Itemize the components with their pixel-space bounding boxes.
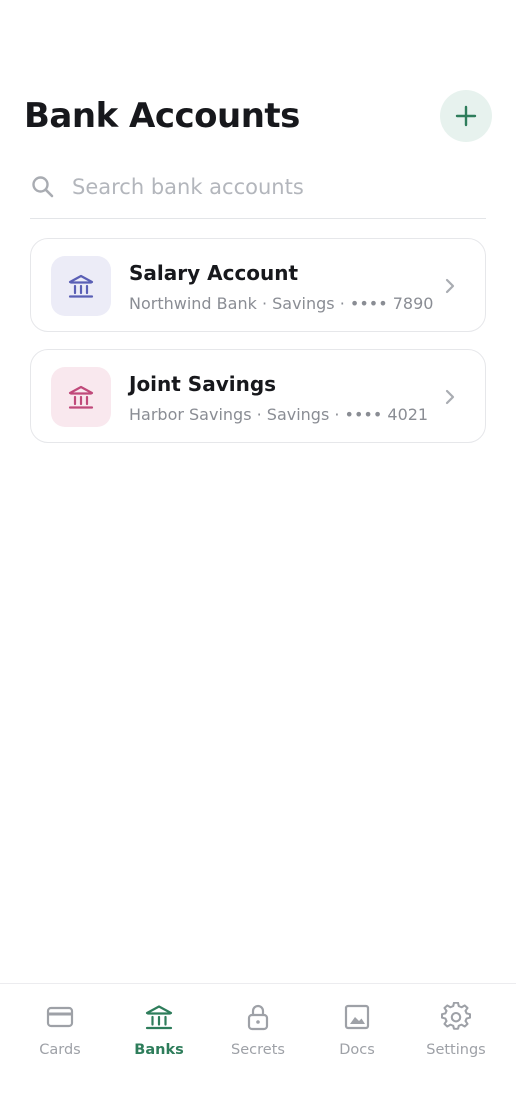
gear-icon: [441, 1002, 471, 1030]
nav-label: Secrets: [231, 1042, 285, 1058]
add-account-button[interactable]: [440, 90, 492, 142]
bank-icon: [145, 1005, 173, 1030]
account-name: Joint Savings: [129, 372, 277, 396]
nav-item-secrets[interactable]: Secrets: [208, 1002, 308, 1066]
chevron-right-icon: [445, 278, 455, 294]
page-title: Bank Accounts: [24, 96, 300, 136]
nav-item-settings[interactable]: Settings: [406, 1002, 506, 1066]
bank-icon: [68, 385, 94, 409]
plus-icon: [455, 105, 477, 127]
credit-card-icon: [46, 1006, 74, 1028]
header: Bank Accounts: [24, 88, 492, 148]
search-input[interactable]: [72, 168, 486, 206]
nav-item-cards[interactable]: Cards: [10, 1002, 110, 1066]
search-icon: [32, 176, 54, 198]
bottom-nav: Cards Banks Secrets Docs Settings: [0, 983, 516, 1120]
account-name: Salary Account: [129, 261, 299, 285]
bank-icon: [68, 274, 94, 298]
account-details: Northwind Bank · Savings · •••• 7890: [129, 294, 434, 313]
nav-label: Settings: [426, 1042, 486, 1058]
image-icon: [344, 1004, 370, 1030]
chevron-right-icon: [445, 389, 455, 405]
account-details: Harbor Savings · Savings · •••• 4021: [129, 405, 429, 424]
bank-accounts-screen: Bank Accounts Search bank accounts Salar…: [0, 0, 516, 1120]
bank-icon-badge: [51, 367, 111, 427]
bank-icon-badge: [51, 256, 111, 316]
nav-item-docs[interactable]: Docs: [307, 1002, 407, 1066]
lock-icon: [247, 1004, 269, 1031]
nav-label: Docs: [339, 1042, 375, 1058]
nav-item-banks[interactable]: Banks: [109, 1002, 209, 1066]
nav-label: Banks: [134, 1042, 184, 1058]
account-card-salary-account[interactable]: Salary Account Northwind Bank · Savings …: [30, 238, 486, 332]
nav-label: Cards: [39, 1042, 81, 1058]
account-card-joint-savings[interactable]: Joint Savings Harbor Savings · Savings ·…: [30, 349, 486, 443]
search-bar: [30, 160, 486, 219]
